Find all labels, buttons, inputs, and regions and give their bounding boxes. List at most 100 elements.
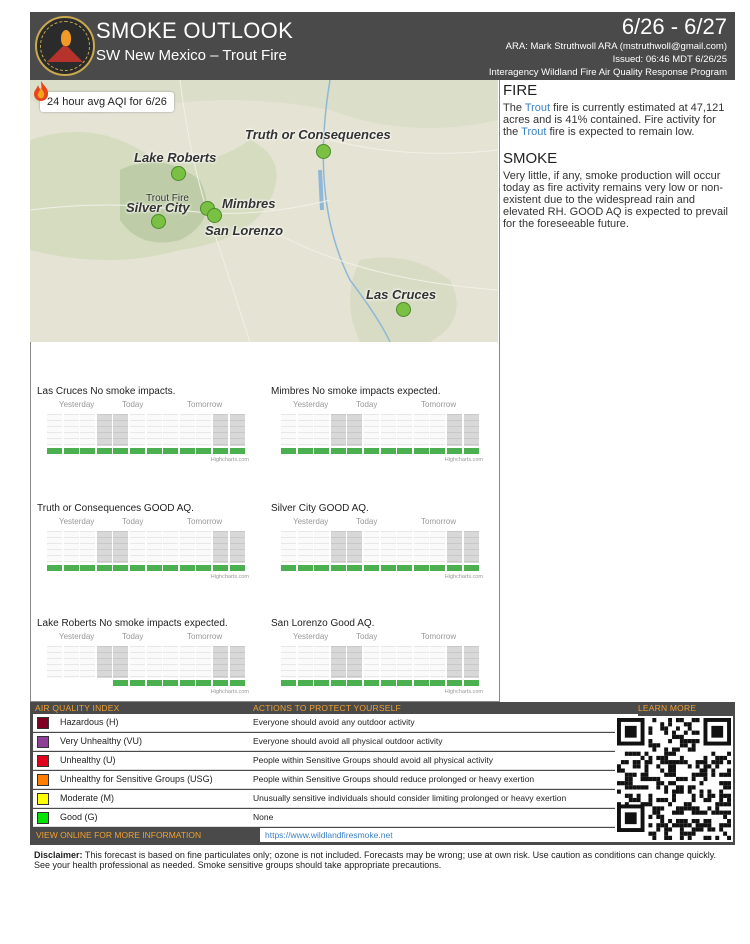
map-dot-san-lorenzo[interactable] bbox=[207, 208, 222, 223]
forecast-bar[interactable] bbox=[47, 531, 62, 571]
forecast-bar[interactable] bbox=[397, 531, 413, 571]
forecast-bar[interactable] bbox=[347, 414, 363, 454]
forecast-bar[interactable] bbox=[196, 414, 212, 454]
forecast-bar[interactable] bbox=[96, 531, 112, 571]
forecast-bar[interactable] bbox=[314, 646, 330, 686]
fire-name-link[interactable]: Trout bbox=[521, 126, 546, 138]
forecast-bar[interactable] bbox=[281, 414, 296, 454]
forecast-bar[interactable] bbox=[63, 646, 79, 686]
forecast-bar[interactable] bbox=[364, 531, 379, 571]
forecast-bar[interactable] bbox=[196, 531, 212, 571]
forecast-bar[interactable] bbox=[330, 531, 346, 571]
forecast-status: GOOD AQ. bbox=[318, 503, 369, 514]
forecast-bar[interactable] bbox=[364, 414, 379, 454]
forecast-bar[interactable] bbox=[380, 414, 396, 454]
forecast-bar[interactable] bbox=[297, 646, 313, 686]
map-dot-las-cruces[interactable] bbox=[396, 302, 411, 317]
forecast-bar[interactable] bbox=[463, 531, 479, 571]
forecast-bar[interactable] bbox=[80, 646, 96, 686]
forecast-bar[interactable] bbox=[96, 646, 112, 686]
forecast-bar[interactable] bbox=[146, 414, 162, 454]
forecast-bar[interactable] bbox=[47, 646, 62, 686]
forecast-bar[interactable] bbox=[80, 414, 96, 454]
forecast-bar[interactable] bbox=[397, 414, 413, 454]
fire-name-link[interactable]: Trout bbox=[525, 102, 550, 114]
forecast-bar[interactable] bbox=[146, 646, 162, 686]
map-label-san-lorenzo: San Lorenzo bbox=[205, 223, 284, 238]
forecast-bar[interactable] bbox=[397, 646, 413, 686]
forecast-bars bbox=[271, 646, 483, 686]
forecast-bars bbox=[37, 531, 249, 571]
forecast-bar[interactable] bbox=[413, 531, 429, 571]
forecast-bar[interactable] bbox=[163, 531, 179, 571]
aqi-category-name: Unhealthy for Sensitive Groups (USG) bbox=[60, 774, 213, 784]
forecast-bar[interactable] bbox=[196, 646, 212, 686]
forecast-bar[interactable] bbox=[430, 646, 446, 686]
forecast-bar[interactable] bbox=[430, 531, 446, 571]
forecast-bar[interactable] bbox=[447, 414, 462, 454]
forecast-bar[interactable] bbox=[130, 646, 145, 686]
forecast-bar[interactable] bbox=[213, 531, 228, 571]
forecast-bar[interactable] bbox=[314, 414, 330, 454]
forecast-bar[interactable] bbox=[330, 646, 346, 686]
forecast-bar[interactable] bbox=[80, 531, 96, 571]
forecast-bar[interactable] bbox=[430, 414, 446, 454]
map-dot-truth-or-consequences[interactable] bbox=[316, 144, 331, 159]
forecast-bar[interactable] bbox=[463, 646, 479, 686]
forecast-bar[interactable] bbox=[179, 414, 195, 454]
forecast-bar[interactable] bbox=[229, 531, 245, 571]
forecast-bar[interactable] bbox=[163, 414, 179, 454]
forecast-bar[interactable] bbox=[229, 646, 245, 686]
forecast-bar[interactable] bbox=[213, 414, 228, 454]
forecast-bar[interactable] bbox=[413, 414, 429, 454]
forecast-bar[interactable] bbox=[463, 414, 479, 454]
right-panel: FIRE The Trout fire is currently estimat… bbox=[503, 80, 733, 230]
forecast-bar[interactable] bbox=[179, 646, 195, 686]
forecast-bar[interactable] bbox=[63, 531, 79, 571]
forecast-bar[interactable] bbox=[380, 646, 396, 686]
forecast-bar[interactable] bbox=[297, 414, 313, 454]
aqi-category-name: Good (G) bbox=[60, 812, 98, 822]
forecast-bar[interactable] bbox=[297, 531, 313, 571]
forecast-bar[interactable] bbox=[179, 531, 195, 571]
day-label-yesterday: Yesterday bbox=[59, 517, 95, 526]
aqi-category-name: Hazardous (H) bbox=[60, 717, 119, 727]
forecast-bar[interactable] bbox=[63, 414, 79, 454]
qr-code[interactable] bbox=[615, 716, 733, 842]
ara-contact: ARA: Mark Struthwoll ARA (mstruthwoll@gm… bbox=[505, 41, 727, 52]
forecast-bar[interactable] bbox=[330, 414, 346, 454]
map-label-las-cruces: Las Cruces bbox=[366, 287, 437, 302]
forecast-bar[interactable] bbox=[447, 646, 462, 686]
aqi-action-text: None bbox=[253, 812, 274, 822]
forecast-bar[interactable] bbox=[447, 531, 462, 571]
forecast-bar[interactable] bbox=[130, 531, 145, 571]
aqi-row: Unhealthy (U) People within Sensitive Gro… bbox=[33, 752, 638, 770]
forecast-bar[interactable] bbox=[314, 531, 330, 571]
map-dot-silver-city[interactable] bbox=[151, 214, 166, 229]
forecast-bar[interactable] bbox=[146, 531, 162, 571]
forecast-bar[interactable] bbox=[163, 646, 179, 686]
forecast-day-labels: Yesterday Today Tomorrow bbox=[271, 632, 483, 644]
forecast-bar[interactable] bbox=[113, 531, 129, 571]
forecast-bar[interactable] bbox=[213, 646, 228, 686]
forecast-bar[interactable] bbox=[364, 646, 379, 686]
aqi-category-name: Moderate (M) bbox=[60, 793, 115, 803]
forecast-bar[interactable] bbox=[413, 646, 429, 686]
forecast-bar[interactable] bbox=[47, 414, 62, 454]
forecast-bar[interactable] bbox=[281, 531, 296, 571]
fire-icon[interactable] bbox=[30, 80, 52, 102]
forecast-bar[interactable] bbox=[281, 646, 296, 686]
forecast-bar[interactable] bbox=[380, 531, 396, 571]
forecast-bar[interactable] bbox=[347, 646, 363, 686]
forecast-bar[interactable] bbox=[347, 531, 363, 571]
forecast-bar[interactable] bbox=[113, 646, 129, 686]
map-dot-lake-roberts[interactable] bbox=[171, 166, 186, 181]
aqi-map[interactable]: 24 hour avg AQI for 6/26 Truth or Conseq… bbox=[30, 80, 498, 342]
forecast-bar[interactable] bbox=[130, 414, 145, 454]
map-label-lake-roberts: Lake Roberts bbox=[134, 150, 217, 165]
forecast-bar[interactable] bbox=[113, 414, 129, 454]
wildland-fire-smoke-link[interactable]: https://www.wildlandfiresmoke.net bbox=[260, 828, 638, 842]
forecast-bar[interactable] bbox=[229, 414, 245, 454]
forecast-bar[interactable] bbox=[96, 414, 112, 454]
header-banner: SMOKE OUTLOOK SW New Mexico – Trout Fire… bbox=[30, 12, 735, 80]
